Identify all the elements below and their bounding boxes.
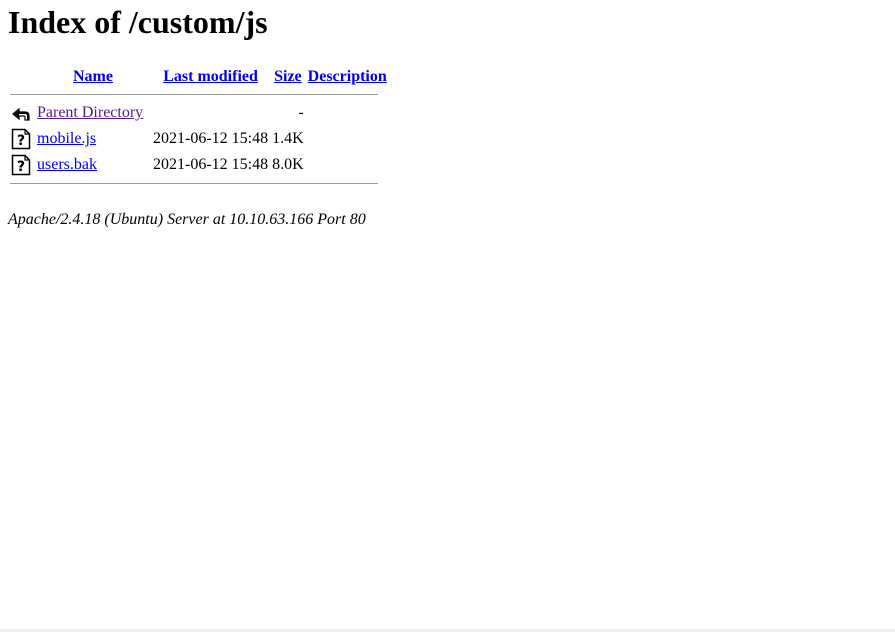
table-row: ? users.bak 2021-06-12 15:48 8.0K — [10, 153, 388, 177]
description-column-header: Description — [307, 66, 388, 88]
sort-by-name-link[interactable]: Name — [73, 68, 113, 85]
file-link-mobile-js[interactable]: mobile.js — [37, 130, 96, 147]
footer-separator — [10, 183, 378, 184]
last-modified-column-header: Last modified — [152, 66, 269, 88]
sort-by-last-modified-link[interactable]: Last modified — [163, 68, 258, 85]
row-modified: 2021-06-12 15:48 — [153, 130, 269, 147]
row-description — [307, 127, 388, 151]
sort-by-description-link[interactable]: Description — [308, 68, 387, 85]
row-size: 8.0K — [272, 156, 304, 173]
icon-column-header — [10, 66, 34, 88]
table-header-row: Name Last modified Size Description — [10, 66, 388, 88]
row-size: - — [298, 104, 304, 121]
page-title: Index of /custom/js — [8, 4, 268, 40]
server-signature: Apache/2.4.18 (Ubuntu) Server at 10.10.6… — [8, 211, 366, 228]
header-separator-row — [10, 90, 388, 99]
table-row: ? mobile.js 2021-06-12 15:48 1.4K — [10, 127, 388, 151]
row-size: 1.4K — [272, 130, 304, 147]
svg-text:?: ? — [17, 159, 25, 175]
row-description — [307, 153, 388, 177]
table-row: Parent Directory - — [10, 101, 388, 125]
back-icon — [11, 102, 31, 124]
size-column-header: Size — [271, 66, 305, 88]
row-modified: 2021-06-12 15:48 — [153, 156, 269, 173]
directory-listing-table: Name Last modified Size Description Pare… — [8, 64, 390, 190]
parent-directory-link[interactable]: Parent Directory — [37, 104, 143, 121]
sort-by-size-link[interactable]: Size — [274, 68, 302, 85]
header-separator — [10, 94, 378, 95]
svg-text:?: ? — [17, 133, 25, 149]
unknown-file-icon: ? — [11, 128, 31, 150]
file-link-users-bak[interactable]: users.bak — [37, 156, 97, 173]
unknown-file-icon: ? — [11, 154, 31, 176]
row-description — [307, 101, 388, 125]
row-modified — [152, 101, 269, 125]
name-column-header: Name — [36, 66, 150, 88]
footer-separator-row — [10, 179, 388, 188]
